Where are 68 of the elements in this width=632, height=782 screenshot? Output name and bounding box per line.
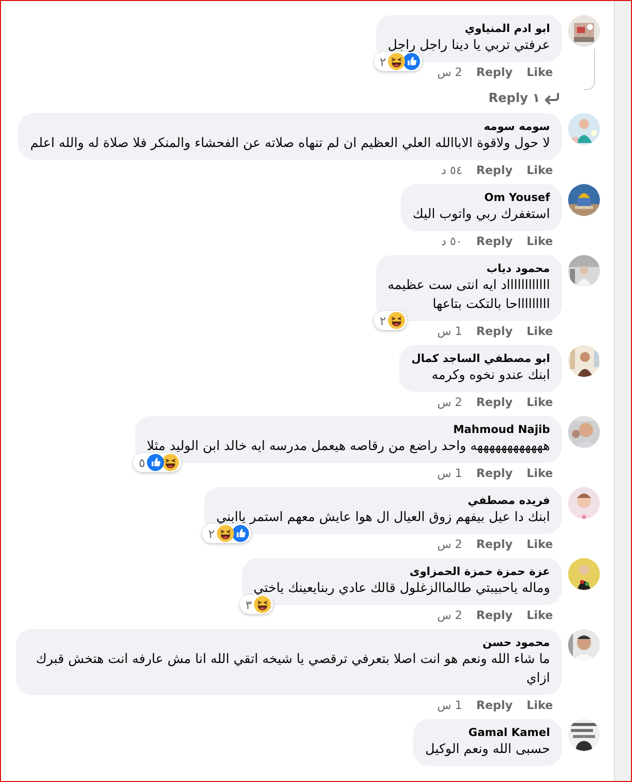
scrollbar[interactable] — [614, 1, 631, 781]
like-icon — [232, 525, 249, 542]
author-name[interactable]: محمود حسن — [28, 635, 550, 650]
like-link[interactable]: Like — [526, 324, 553, 338]
reaction-badge[interactable]: ٣ — [240, 595, 273, 614]
comment-text: ما شاء الله ونعم هو انت اصلا بتعرفي ترقصي يا شيخه اتقي الله انا مش عارفه انت هتخش قبرك ازاي — [35, 651, 550, 688]
reaction-count: ٢ — [380, 314, 386, 328]
like-icon — [147, 454, 164, 471]
like-link[interactable]: Like — [526, 163, 553, 177]
like-link[interactable]: Like — [526, 608, 553, 622]
reply-link[interactable]: Reply — [476, 163, 513, 177]
reaction-count: ٢ — [380, 54, 386, 68]
laughing-emoji-icon — [216, 525, 234, 542]
like-link[interactable]: Like — [526, 395, 553, 409]
timestamp: 2 س — [437, 608, 462, 622]
comment-text: لا حول ولاقوة الاباالله العلي العظيم ان لم تنهاه صلاته عن الفحشاء والمنكر فلا صلاة له والله اعلم — [30, 135, 550, 153]
like-link[interactable]: Like — [526, 698, 553, 712]
laughing-emoji-icon — [162, 454, 180, 471]
reply-link[interactable]: Reply — [476, 65, 513, 79]
laughing-emoji-icon — [388, 312, 406, 329]
timestamp: 1 س — [437, 698, 462, 712]
comment-text: ااااااااااااد ايه انتى ست عظيمه اااااااااحا بالتكت بتاعها — [388, 277, 550, 314]
comment-text: ابنك دا عيل بيفهم زوق العيال ال هوا عايش معهم استمر ياابني — [216, 509, 550, 527]
author-name[interactable]: سومه سومه — [30, 119, 550, 134]
author-name[interactable]: فريده مصطفي — [216, 493, 550, 508]
like-link[interactable]: Like — [526, 65, 553, 79]
timestamp: 1 س — [437, 466, 462, 480]
reaction-count: ٣ — [246, 598, 252, 612]
author-name[interactable]: محمود دياب — [388, 261, 550, 276]
comment-text: حسبى الله ونعم الوكيل — [425, 741, 550, 759]
reaction-badge[interactable]: ٢ — [374, 311, 408, 330]
timestamp: 2 س — [437, 65, 462, 79]
comment-text: عرفتي تربي يا دينا راجل راجل — [388, 37, 550, 55]
reaction-badge[interactable]: ٢ — [202, 524, 251, 543]
reaction-badge[interactable]: ٢ — [374, 52, 422, 71]
comment-text: وماله ياحبيبتي طالماالزغلول قالك عادي ربنايعينك ياختي — [254, 580, 550, 598]
reply-link[interactable]: Reply — [476, 698, 513, 712]
reply-link[interactable]: Reply — [476, 466, 513, 480]
reply-link[interactable]: Reply — [476, 537, 513, 551]
reply-arrow-icon — [544, 90, 560, 104]
comment-text: ابنك عندو نخوه وكرمه — [430, 367, 550, 385]
timestamp: 2 س — [437, 537, 462, 551]
like-link[interactable]: Like — [526, 466, 553, 480]
comment-text: ههههههههههههه واحد راضع من رقاصه هيعمل مدرسه ايه خالد ابن الوليد مثلا — [146, 438, 550, 456]
like-icon — [403, 53, 420, 70]
reply-link[interactable]: Reply — [476, 608, 513, 622]
author-name[interactable]: Om Yousef — [412, 190, 550, 205]
author-name[interactable]: ابو ادم المنياوي — [388, 21, 550, 36]
author-name[interactable]: Gamal Kamel — [425, 725, 550, 740]
like-link[interactable]: Like — [526, 537, 553, 551]
reaction-badge[interactable]: ٥ — [132, 453, 182, 472]
view-replies-link[interactable]: ١ Reply — [1, 90, 560, 105]
author-name[interactable]: ابو مصطفي الساجد كمال — [411, 351, 550, 366]
timestamp: 2 س — [437, 395, 462, 409]
laughing-emoji-icon — [388, 53, 406, 70]
reaction-count: ٥ — [138, 456, 146, 470]
reply-link[interactable]: Reply — [476, 395, 513, 409]
comment-text: استغفرك ربي واتوب اليك — [412, 206, 550, 224]
laughing-emoji-icon — [254, 596, 271, 613]
author-name[interactable]: عزة حمزة حمزة الحمزاوى — [254, 564, 550, 579]
timestamp: ٥٤ د — [441, 163, 462, 177]
reaction-count: ٢ — [208, 526, 215, 540]
reply-link[interactable]: Reply — [476, 324, 513, 338]
author-name[interactable]: Mahmoud Najib — [146, 422, 550, 437]
timestamp: ٥٠ د — [441, 234, 462, 248]
like-link[interactable]: Like — [526, 234, 553, 248]
timestamp: 1 س — [437, 324, 462, 338]
reply-link[interactable]: Reply — [476, 234, 513, 248]
